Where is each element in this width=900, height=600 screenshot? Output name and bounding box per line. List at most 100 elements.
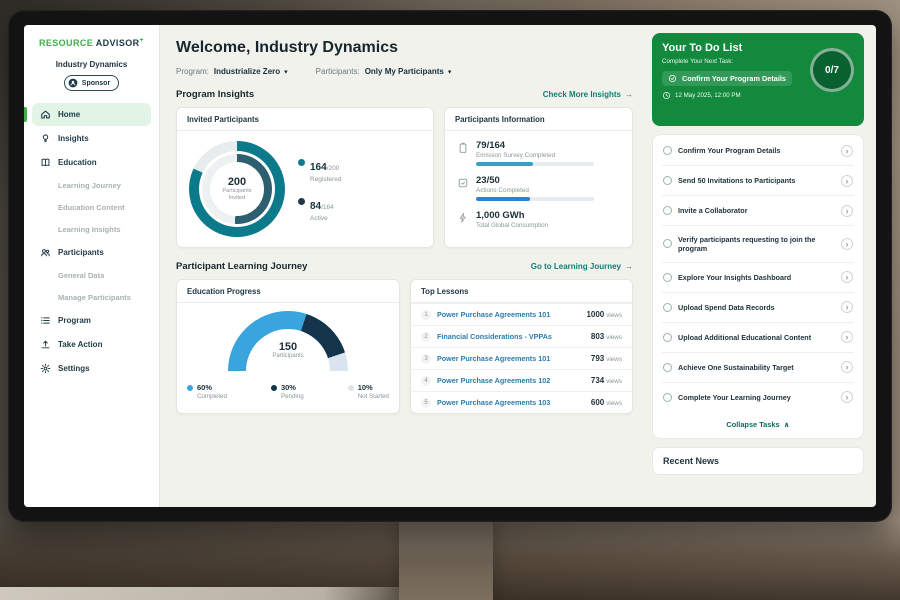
chevron-right-icon[interactable]: › [841,175,853,187]
lesson-rank: 4 [421,376,431,386]
lesson-views: 600 [591,398,604,407]
legend-dot [271,385,277,391]
lesson-views-unit: views [606,356,622,363]
legend-dot [348,385,354,391]
lesson-row[interactable]: 4 Power Purchase Agreements 102 734views [411,369,632,391]
task-checkbox[interactable] [663,393,672,402]
chevron-right-icon[interactable]: › [841,361,853,373]
lesson-row[interactable]: 1 Power Purchase Agreements 101 1000view… [411,303,632,325]
education-gauge-chart: 150 Participants [228,311,348,373]
sidebar-item-manage-participants[interactable]: Manage Participants [32,287,151,308]
sidebar-item-participants[interactable]: Participants [32,241,151,264]
chevron-right-icon[interactable]: › [841,238,853,250]
task-checkbox[interactable] [663,333,672,342]
gauge-center-value: 150 [228,341,348,353]
chevron-right-icon[interactable]: › [841,331,853,343]
legend-total: /164 [321,204,334,211]
task-row-verify-participants[interactable]: Verify participants requesting to join t… [662,226,854,263]
card-title: Education Progress [177,280,399,303]
sponsor-badge[interactable]: Sponsor [64,75,119,91]
chevron-right-icon[interactable]: › [841,391,853,403]
sidebar-item-take-action[interactable]: Take Action [32,333,151,356]
chevron-right-icon[interactable]: › [841,271,853,283]
sponsor-label: Sponsor [82,80,110,87]
sidebar-item-learning-insights[interactable]: Learning Insights [32,219,151,240]
logo-plus: + [140,37,145,44]
task-checkbox[interactable] [663,239,672,248]
lesson-link[interactable]: Power Purchase Agreements 101 [437,310,580,319]
legend-label: Not Started [348,393,389,400]
arrow-right-icon: → [625,90,633,99]
chevron-right-icon[interactable]: › [841,145,853,157]
lesson-views-unit: views [606,312,622,319]
task-row-confirm-program[interactable]: Confirm Your Program Details › [662,136,854,166]
task-row-invite-collaborator[interactable]: Invite a Collaborator › [662,196,854,226]
todo-next-task[interactable]: Confirm Your Program Details [662,71,792,86]
task-row-achieve-sustainability-target[interactable]: Achieve One Sustainability Target › [662,353,854,383]
participants-filter[interactable]: Participants: Only My Participants ▾ [316,67,452,76]
todo-due-label: 12 May 2025, 12:00 PM [675,92,741,99]
task-checkbox[interactable] [663,303,672,312]
lesson-row[interactable]: 3 Power Purchase Agreements 101 793views [411,347,632,369]
donut-legend: 164/200 Registered 84/164 Active [298,157,341,222]
go-to-learning-journey-link[interactable]: Go to Learning Journey → [531,262,633,271]
check-more-insights-link[interactable]: Check More Insights → [543,90,633,99]
lesson-views: 734 [591,376,604,385]
task-checkbox[interactable] [663,273,672,282]
program-filter-value: Industrialize Zero [214,67,280,76]
task-label: Verify participants requesting to join t… [678,235,835,254]
chevron-right-icon[interactable]: › [841,301,853,313]
sidebar-item-education[interactable]: Education [32,151,151,174]
task-checkbox[interactable] [663,206,672,215]
filters-bar: Program: Industrialize Zero ▾ Participan… [176,67,633,76]
legend-percent: 60% [197,383,212,392]
lesson-link[interactable]: Power Purchase Agreements 101 [437,354,585,363]
task-checkbox[interactable] [663,176,672,185]
sidebar-item-general-data[interactable]: General Data [32,265,151,286]
legend-percent: 10% [358,383,373,392]
lesson-rank: 2 [421,332,431,342]
lesson-link[interactable]: Financial Considerations - VPPAs [437,332,585,341]
organization-name: Industry Dynamics [32,60,151,69]
lesson-link[interactable]: Power Purchase Agreements 103 [437,398,585,407]
task-checkbox[interactable] [663,363,672,372]
lesson-row[interactable]: 2 Financial Considerations - VPPAs 803vi… [411,325,632,347]
sidebar-item-insights[interactable]: Insights [32,127,151,150]
task-row-send-invitations[interactable]: Send 50 Invitations to Participants › [662,166,854,196]
stat-label: Emission Survey Completed [476,152,594,159]
recent-news-title: Recent News [663,456,719,466]
sidebar-item-learning-journey[interactable]: Learning Journey [32,175,151,196]
sidebar-item-education-content[interactable]: Education Content [32,197,151,218]
program-insights-header: Program Insights Check More Insights → [176,89,633,100]
sidebar-item-settings[interactable]: Settings [32,357,151,380]
todo-progress-ring: 0/7 [810,48,854,92]
task-label: Complete Your Learning Journey [678,393,835,402]
lesson-link[interactable]: Power Purchase Agreements 102 [437,376,585,385]
lesson-rank: 5 [421,398,431,408]
logo-word-advisor: ADVISOR [96,38,140,48]
legend-item-not-started: 10% Not Started [348,383,389,400]
gauge-center-label: Participants [228,353,348,359]
chevron-right-icon[interactable]: › [841,205,853,217]
sidebar-item-home[interactable]: Home [32,103,151,126]
task-row-upload-educational-content[interactable]: Upload Additional Educational Content › [662,323,854,353]
chevron-up-icon: ∧ [784,420,790,429]
sidebar-item-program[interactable]: Program [32,309,151,332]
task-label: Achieve One Sustainability Target [678,363,835,372]
progress-bar-track [476,162,594,166]
task-row-complete-learning-journey[interactable]: Complete Your Learning Journey › [662,383,854,412]
recent-news-header[interactable]: Recent News [652,447,864,475]
todo-progress-value: 0/7 [825,65,839,76]
task-checkbox[interactable] [663,146,672,155]
lesson-row[interactable]: 5 Power Purchase Agreements 103 600views [411,391,632,413]
task-row-explore-insights[interactable]: Explore Your Insights Dashboard › [662,263,854,293]
right-panel: Your To Do List Complete Your Next Task:… [648,25,876,507]
stat-label: Total Global Consumption [476,222,548,229]
task-label: Confirm Your Program Details [678,146,835,155]
home-icon [40,109,51,120]
task-row-upload-spend-data[interactable]: Upload Spend Data Records › [662,293,854,323]
lightbulb-icon [40,133,51,144]
collapse-tasks-link[interactable]: Collapse Tasks ∧ [662,412,854,437]
program-filter[interactable]: Program: Industrialize Zero ▾ [176,67,288,76]
sidebar-item-label: Home [58,110,80,119]
